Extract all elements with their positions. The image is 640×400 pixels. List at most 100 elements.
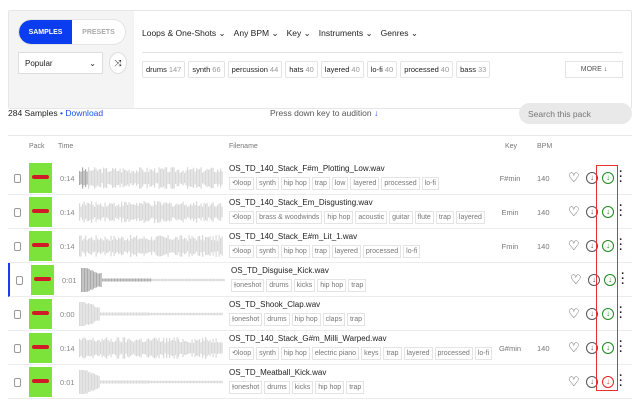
waveform[interactable]	[79, 370, 223, 394]
tag-chip[interactable]: layered 40	[320, 61, 364, 78]
more-options-icon[interactable]: · · ·	[619, 371, 623, 392]
sample-type-tag[interactable]: ⫲oneshot	[231, 279, 265, 292]
table-row[interactable]: 0:00 OS_TD_Shook_Clap.wav ⫲oneshot drums hip…	[8, 297, 632, 331]
sample-tag[interactable]: trap	[383, 347, 402, 360]
filter-dropdown[interactable]: Loops & One-Shots ⌄	[142, 28, 226, 39]
tag-chip[interactable]: percussion 44	[227, 61, 283, 78]
sample-tag[interactable]: flute	[414, 211, 434, 224]
sample-filename[interactable]: OS_TD_140_Stack_F#m_Plotting_Low.wav	[229, 164, 385, 173]
tag-chip[interactable]: synth 66	[188, 61, 225, 78]
waveform[interactable]	[79, 200, 223, 224]
sample-tag[interactable]: kicks	[293, 279, 316, 292]
table-row[interactable]: 0:14 OS_TD_140_Stack_G#m_Milli_Warped.wav…	[8, 331, 632, 365]
sample-tag[interactable]: claps	[322, 313, 345, 326]
sample-tag[interactable]: drums	[264, 313, 290, 326]
sample-tag[interactable]: lo-fi	[403, 245, 421, 258]
pack-thumbnail[interactable]	[29, 367, 52, 397]
tab-presets[interactable]: PRESETS	[72, 20, 125, 44]
heart-icon[interactable]: ♡	[568, 375, 580, 388]
table-row[interactable]: 0:14 OS_TD_140_Stack_Em_Disgusting.wav ⟲lo…	[8, 195, 632, 229]
sample-tag[interactable]: acoustic	[355, 211, 388, 224]
sample-type-tag[interactable]: ⟲loop	[229, 211, 255, 224]
sort-select[interactable]: Popular ⌄	[18, 52, 103, 74]
sample-tag[interactable]: hip hop	[317, 279, 347, 292]
sample-tag[interactable]: hip hop	[280, 177, 310, 190]
heart-icon[interactable]: ♡	[568, 171, 580, 184]
sample-filename[interactable]: OS_TD_Disguise_Kick.wav	[231, 266, 329, 275]
table-row[interactable]: 0:01 OS_TD_Meatball_Kick.wav ⫲oneshot drums…	[8, 365, 632, 399]
sample-type-tag[interactable]: ⟲loop	[229, 347, 255, 360]
tag-chip[interactable]: hats 40	[285, 61, 318, 78]
sample-filename[interactable]: OS_TD_140_Stack_G#m_Milli_Warped.wav	[229, 334, 387, 343]
sample-filename[interactable]: OS_TD_140_Stack_E#m_Lit_1.wav	[229, 232, 357, 241]
row-checkbox[interactable]	[14, 174, 21, 183]
sample-filename[interactable]: OS_TD_140_Stack_Em_Disgusting.wav	[229, 198, 373, 207]
sample-tag[interactable]: hip hop	[280, 245, 310, 258]
waveform[interactable]	[79, 302, 223, 326]
sample-tag[interactable]: layered	[331, 245, 361, 258]
sample-tag[interactable]: hip hop	[291, 313, 321, 326]
table-row[interactable]: 0:14 OS_TD_140_Stack_E#m_Lit_1.wav ⟲loop sy…	[8, 229, 632, 263]
sample-type-tag[interactable]: ⟲loop	[229, 245, 255, 258]
pack-thumbnail[interactable]	[29, 197, 52, 227]
sample-tag[interactable]: trap	[346, 381, 365, 394]
tag-chip[interactable]: lo-fi 40	[366, 61, 398, 78]
more-options-icon[interactable]: · · ·	[619, 337, 623, 358]
waveform[interactable]	[79, 166, 223, 190]
sample-tag[interactable]: layered	[403, 347, 433, 360]
sample-tag[interactable]: electric piano	[311, 347, 360, 360]
sample-tag[interactable]: synth	[256, 177, 279, 190]
pack-thumbnail[interactable]	[29, 299, 52, 329]
sample-type-tag[interactable]: ⫲oneshot	[229, 313, 263, 326]
tag-chip[interactable]: drums 147	[142, 61, 186, 78]
tag-chip[interactable]: processed 40	[400, 61, 454, 78]
sample-tag[interactable]: drums	[266, 279, 292, 292]
sample-tag[interactable]: lo-fi	[421, 177, 439, 190]
sample-tag[interactable]: brass & woodwinds	[256, 211, 323, 224]
sample-filename[interactable]: OS_TD_Meatball_Kick.wav	[229, 368, 326, 377]
sample-tag[interactable]: trap	[311, 245, 330, 258]
heart-icon[interactable]: ♡	[568, 205, 580, 218]
filter-dropdown[interactable]: Key ⌄	[287, 28, 311, 39]
heart-icon[interactable]: ♡	[568, 341, 580, 354]
sample-tag[interactable]: hip hop	[315, 381, 345, 394]
sample-tag[interactable]: synth	[256, 245, 279, 258]
pack-thumbnail[interactable]	[31, 265, 54, 295]
more-button[interactable]: MORE ↓	[565, 61, 623, 78]
more-options-icon[interactable]: · · ·	[621, 269, 625, 290]
pack-thumbnail[interactable]	[29, 333, 52, 363]
filter-dropdown[interactable]: Instruments ⌄	[319, 28, 373, 39]
sample-tag[interactable]: hip hop	[280, 347, 310, 360]
heart-icon[interactable]: ♡	[568, 307, 580, 320]
sample-tag[interactable]: trap	[435, 211, 454, 224]
sample-filename[interactable]: OS_TD_Shook_Clap.wav	[229, 300, 320, 309]
table-row[interactable]: 0:14 OS_TD_140_Stack_F#m_Plotting_Low.wav…	[8, 161, 632, 195]
filter-dropdown[interactable]: Any BPM ⌄	[234, 28, 279, 39]
sample-tag[interactable]: processed	[381, 177, 420, 190]
sample-tag[interactable]: layered	[350, 177, 380, 190]
sample-tag[interactable]: low	[331, 177, 349, 190]
sample-tag[interactable]: drums	[264, 381, 290, 394]
more-options-icon[interactable]: · · ·	[619, 235, 623, 256]
row-checkbox[interactable]	[14, 242, 21, 251]
waveform[interactable]	[79, 234, 223, 258]
sample-tag[interactable]: trap	[311, 177, 330, 190]
more-options-icon[interactable]: · · ·	[619, 167, 623, 188]
sample-tag[interactable]: lo-fi	[474, 347, 493, 360]
waveform[interactable]	[81, 268, 225, 292]
row-checkbox[interactable]	[14, 344, 21, 353]
sample-tag[interactable]: guitar	[389, 211, 413, 224]
sample-tag[interactable]: processed	[434, 347, 473, 360]
sample-tag[interactable]: synth	[256, 347, 279, 360]
sample-tag[interactable]: hip hop	[324, 211, 354, 224]
row-checkbox[interactable]	[14, 208, 21, 217]
row-checkbox[interactable]	[14, 378, 21, 387]
shuffle-button[interactable]: ⤨	[109, 52, 127, 74]
search-input[interactable]	[519, 103, 632, 124]
table-row[interactable]: 0:01 OS_TD_Disguise_Kick.wav ⫲oneshot drums…	[8, 263, 632, 297]
waveform[interactable]	[79, 336, 223, 360]
sample-type-tag[interactable]: ⫲oneshot	[229, 381, 263, 394]
pack-thumbnail[interactable]	[29, 231, 52, 261]
row-checkbox[interactable]	[16, 276, 23, 285]
filter-dropdown[interactable]: Genres ⌄	[381, 28, 418, 39]
